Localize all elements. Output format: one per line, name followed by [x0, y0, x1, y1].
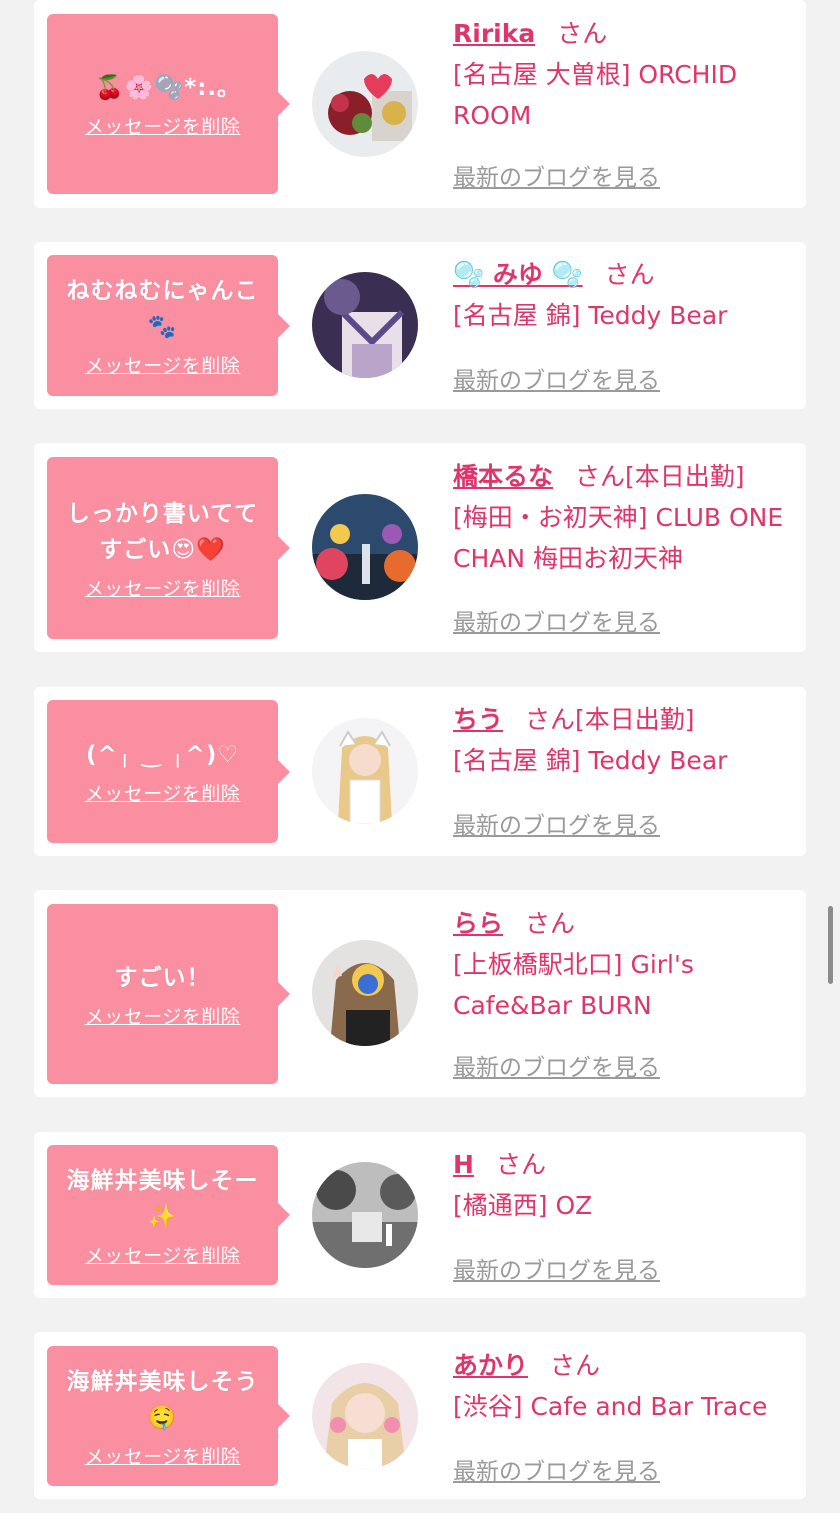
message-text: 海鮮丼美味しそー ✨	[66, 1167, 259, 1230]
message-text: しっかり書いてて すごい😍❤️	[66, 500, 259, 563]
latest-blog-link[interactable]: 最新のブログを見る	[453, 1251, 660, 1285]
message-bubble: しっかり書いてて すごい😍❤️ メッセージを削除	[47, 457, 290, 639]
shop-name: [橘通西] OZ	[453, 1191, 593, 1220]
avatar[interactable]	[312, 51, 418, 157]
honorific: さん	[557, 19, 608, 48]
message-bubble: 海鮮丼美味しそう 🤤 メッセージを削除	[47, 1346, 290, 1486]
message-bubble: ねむねむにゃんこ 🐾 メッセージを削除	[47, 255, 290, 396]
honorific: さん	[525, 909, 576, 938]
avatar[interactable]	[312, 1363, 418, 1469]
work-status: [本日出勤]	[625, 462, 745, 491]
latest-blog-link[interactable]: 最新のブログを見る	[453, 361, 660, 395]
message-text: 海鮮丼美味しそう 🤤	[66, 1368, 259, 1431]
cast-name-link[interactable]: らら	[453, 909, 503, 938]
cast-name-link[interactable]: H	[453, 1150, 474, 1179]
cast-name-link[interactable]: 橋本るな	[453, 462, 553, 491]
avatar[interactable]	[312, 494, 418, 600]
delete-message-link[interactable]: メッセージを削除	[85, 1241, 241, 1268]
message-text: すごい！	[114, 964, 211, 991]
message-card: すごい！ メッセージを削除 らら さん [上板橋駅北口] Girl's Cafe&…	[34, 890, 806, 1097]
honorific: さん	[495, 1150, 546, 1179]
delete-message-link[interactable]: メッセージを削除	[85, 1442, 241, 1469]
shop-name: [名古屋 錦] Teddy Bear	[453, 301, 728, 330]
message-text: 🍒🌸🫧*:.｡	[95, 74, 230, 101]
cast-name-link[interactable]: Ririka	[453, 19, 535, 48]
message-bubble: (^╷ ‿ ╷^)♡ メッセージを削除	[47, 700, 290, 843]
latest-blog-link[interactable]: 最新のブログを見る	[453, 158, 660, 192]
scrollbar-thumb[interactable]	[828, 906, 833, 984]
cast-name-link[interactable]: ちう	[453, 705, 503, 734]
cast-name-link[interactable]: 🫧 みゆ 🫧	[453, 260, 583, 289]
avatar[interactable]	[312, 718, 418, 824]
message-bubble: 海鮮丼美味しそー ✨ メッセージを削除	[47, 1145, 290, 1285]
message-card: (^╷ ‿ ╷^)♡ メッセージを削除 ちう さん[本日出勤] [名古屋 錦] T…	[34, 687, 806, 856]
delete-message-link[interactable]: メッセージを削除	[85, 351, 241, 378]
avatar[interactable]	[312, 272, 418, 378]
delete-message-link[interactable]: メッセージを削除	[85, 574, 241, 601]
cast-info: Ririka さん [名古屋 大曽根] ORCHID ROOM 最新のブログを見る	[453, 14, 786, 194]
delete-message-link[interactable]: メッセージを削除	[85, 112, 241, 139]
cast-name-link[interactable]: あかり	[453, 1351, 528, 1380]
honorific: さん	[604, 260, 655, 289]
shop-name: [上板橋駅北口] Girl's Cafe&Bar BURN	[453, 950, 694, 1020]
cast-info: H さん [橘通西] OZ 最新のブログを見る	[453, 1145, 786, 1285]
work-status: [本日出勤]	[575, 705, 695, 734]
cast-info: ちう さん[本日出勤] [名古屋 錦] Teddy Bear 最新のブログを見る	[453, 700, 786, 843]
message-text: (^╷ ‿ ╷^)♡	[86, 742, 239, 768]
latest-blog-link[interactable]: 最新のブログを見る	[453, 603, 660, 637]
shop-name: [渋谷] Cafe and Bar Trace	[453, 1392, 768, 1421]
shop-name: [梅田・お初天神] CLUB ONE CHAN 梅田お初天神	[453, 503, 784, 573]
honorific: さん	[525, 705, 576, 734]
message-text: ねむねむにゃんこ 🐾	[66, 278, 259, 340]
avatar[interactable]	[312, 1162, 418, 1268]
message-card: 海鮮丼美味しそう 🤤 メッセージを削除 あかり さん [渋谷] Cafe and …	[34, 1332, 806, 1499]
message-bubble: すごい！ メッセージを削除	[47, 904, 290, 1084]
cast-info: 橋本るな さん[本日出勤] [梅田・お初天神] CLUB ONE CHAN 梅田お…	[453, 457, 786, 639]
honorific: さん	[550, 1351, 601, 1380]
latest-blog-link[interactable]: 最新のブログを見る	[453, 1452, 660, 1486]
message-bubble: 🍒🌸🫧*:.｡ メッセージを削除	[47, 14, 290, 194]
shop-name: [名古屋 錦] Teddy Bear	[453, 746, 728, 775]
latest-blog-link[interactable]: 最新のブログを見る	[453, 1048, 660, 1082]
cast-info: らら さん [上板橋駅北口] Girl's Cafe&Bar BURN 最新のブロ…	[453, 904, 786, 1084]
message-card: ねむねむにゃんこ 🐾 メッセージを削除 🫧 みゆ 🫧 さん [名古屋 錦] Ted…	[34, 242, 806, 409]
shop-name: [名古屋 大曽根] ORCHID ROOM	[453, 60, 738, 130]
message-card: 🍒🌸🫧*:.｡ メッセージを削除 Ririka さん [名古屋 大曽根] ORCH…	[34, 0, 806, 208]
message-card: しっかり書いてて すごい😍❤️ メッセージを削除 橋本るな さん[本日出勤] [梅…	[34, 443, 806, 652]
delete-message-link[interactable]: メッセージを削除	[85, 779, 241, 806]
cast-info: 🫧 みゆ 🫧 さん [名古屋 錦] Teddy Bear 最新のブログを見る	[453, 255, 786, 396]
latest-blog-link[interactable]: 最新のブログを見る	[453, 806, 660, 840]
honorific: さん	[575, 462, 626, 491]
delete-message-link[interactable]: メッセージを削除	[85, 1002, 241, 1029]
message-card: 海鮮丼美味しそー ✨ メッセージを削除 H さん [橘通西] OZ 最新のブログを…	[34, 1132, 806, 1298]
avatar[interactable]	[312, 940, 418, 1046]
cast-info: あかり さん [渋谷] Cafe and Bar Trace 最新のブログを見る	[453, 1346, 786, 1486]
